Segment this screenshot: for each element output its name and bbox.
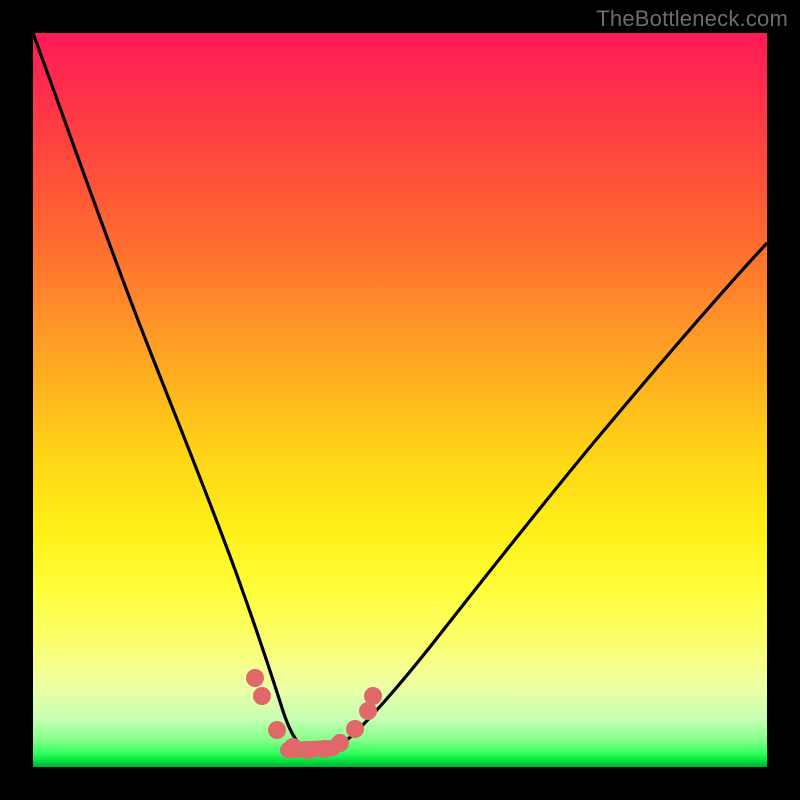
marker-dot (300, 741, 318, 759)
marker-dot (346, 720, 364, 738)
marker-dot (364, 687, 382, 705)
bottleneck-curve-svg (33, 33, 767, 767)
watermark-text: TheBottleneck.com (596, 6, 788, 32)
marker-dot (284, 738, 302, 756)
marker-dot (331, 734, 349, 752)
plot-area (33, 33, 767, 767)
marker-dot (253, 687, 271, 705)
curve-path (33, 33, 767, 751)
marker-dot (246, 669, 264, 687)
chart-frame: TheBottleneck.com (0, 0, 800, 800)
marker-dot (268, 721, 286, 739)
